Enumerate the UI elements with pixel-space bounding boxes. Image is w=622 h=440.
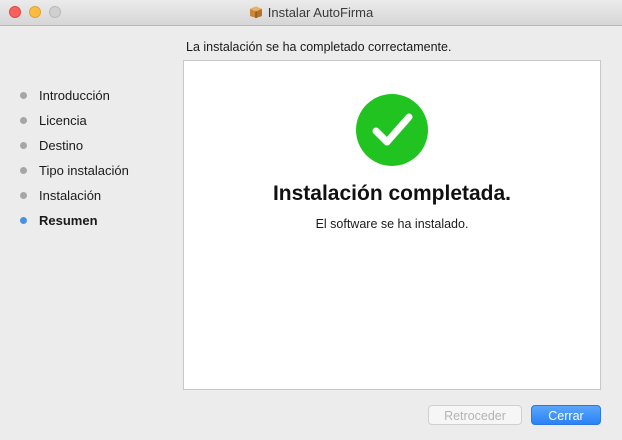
checkmark-icon bbox=[356, 94, 428, 166]
step-introduccion: Introducción bbox=[20, 83, 129, 108]
completion-title: Instalación completada. bbox=[272, 182, 512, 205]
window-title: Instalar AutoFirma bbox=[267, 5, 374, 20]
step-label: Destino bbox=[39, 138, 84, 153]
step-instalacion: Instalación bbox=[20, 183, 129, 208]
step-dot bbox=[20, 192, 27, 199]
step-label: Licencia bbox=[39, 113, 87, 128]
step-label: Resumen bbox=[39, 213, 98, 228]
installer-steps: Introducción Licencia Destino Tipo instalac… bbox=[20, 83, 129, 233]
content-panel: Instalación completada. El software se h… bbox=[183, 60, 601, 390]
back-button[interactable]: Retroceder bbox=[428, 405, 522, 425]
step-tipo-instalacion: Tipo instalación bbox=[20, 158, 129, 183]
window-title-area: Instalar AutoFirma bbox=[0, 5, 622, 20]
status-heading: La instalación se ha completado correcta… bbox=[186, 40, 452, 54]
active-step-dot bbox=[20, 217, 27, 224]
step-resumen: Resumen bbox=[20, 208, 129, 233]
step-licencia: Licencia bbox=[20, 108, 129, 133]
completion-subtitle: El software se ha instalado. bbox=[315, 217, 469, 231]
package-icon bbox=[249, 6, 262, 18]
step-dot bbox=[20, 167, 27, 174]
step-dot bbox=[20, 117, 27, 124]
close-button[interactable]: Cerrar bbox=[531, 405, 601, 425]
title-bar[interactable]: Instalar AutoFirma bbox=[0, 0, 622, 26]
step-label: Introducción bbox=[39, 88, 110, 103]
step-dot bbox=[20, 92, 27, 99]
step-dot bbox=[20, 142, 27, 149]
step-label: Instalación bbox=[39, 188, 102, 203]
installer-window: Instalar AutoFirma La instalación se ha … bbox=[0, 0, 622, 440]
step-destino: Destino bbox=[20, 133, 129, 158]
checkmark-circle bbox=[356, 94, 428, 166]
step-label: Tipo instalación bbox=[39, 163, 129, 178]
